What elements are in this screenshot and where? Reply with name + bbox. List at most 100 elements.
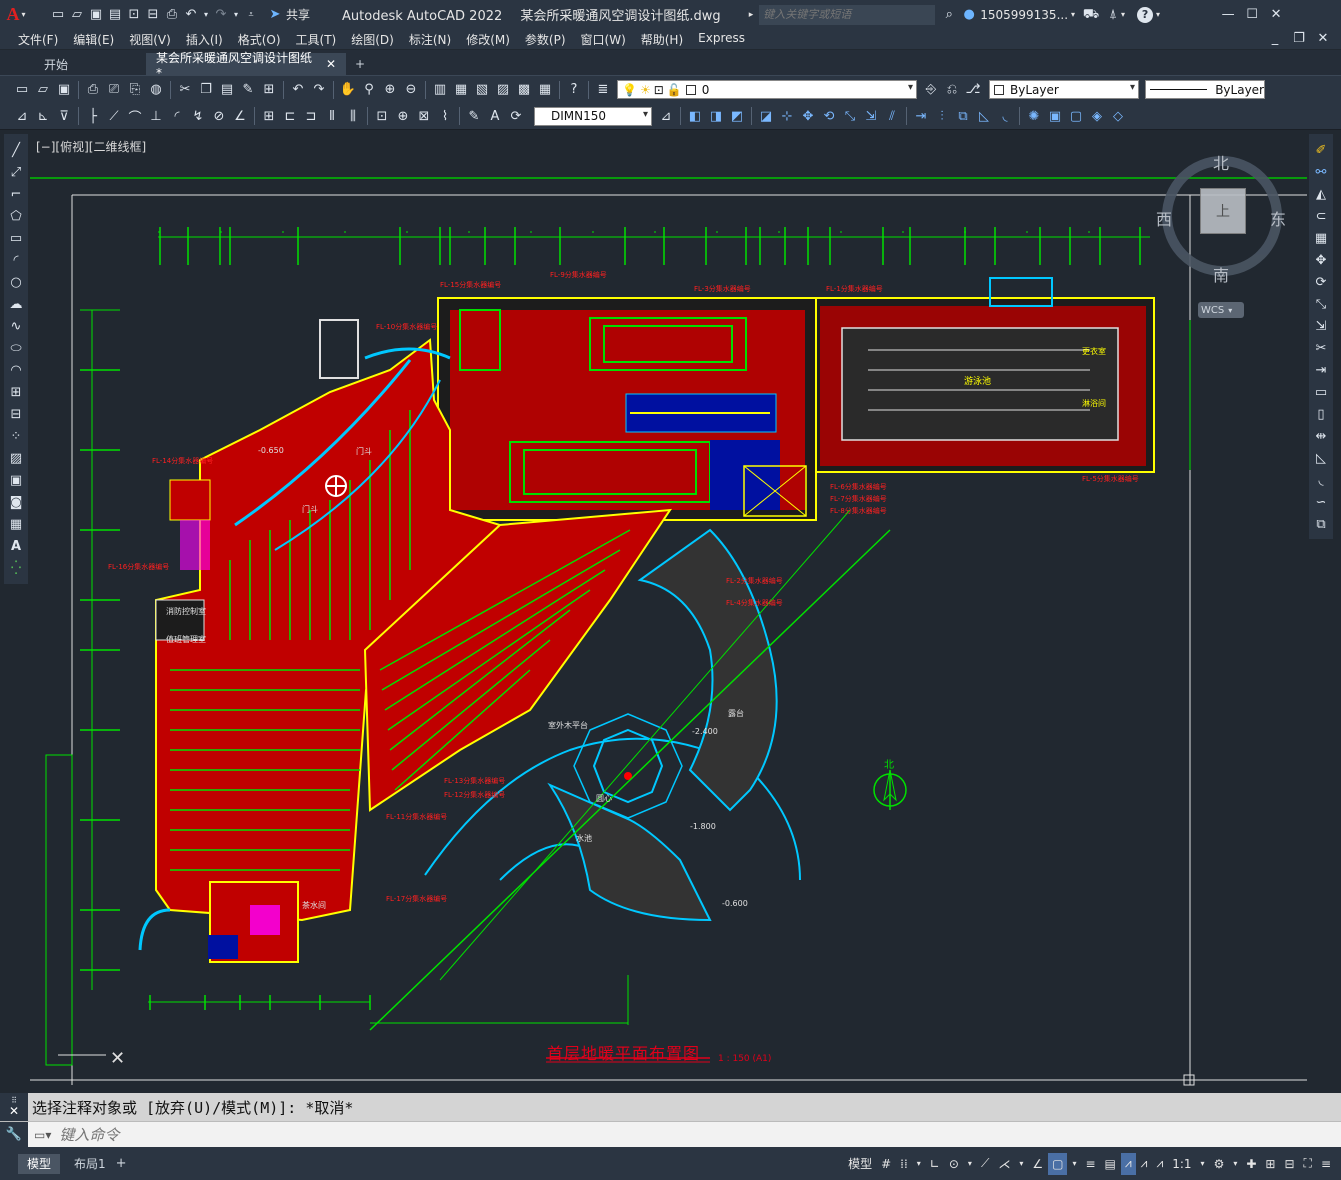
arc-length-icon[interactable]: ⌒: [125, 106, 145, 126]
ortho-icon[interactable]: ∟: [926, 1153, 944, 1175]
jogged-dim-icon[interactable]: ↯: [188, 106, 208, 126]
customize-icon-holder[interactable]: 🔧: [0, 1121, 28, 1148]
radius-dim-icon[interactable]: ◜: [167, 106, 187, 126]
pan-icon[interactable]: ✋: [338, 80, 358, 100]
object-snap-icon[interactable]: ∠: [1028, 1153, 1047, 1175]
save-to-web-icon[interactable]: ⊟: [145, 7, 161, 23]
menu-window[interactable]: 窗口(W): [575, 31, 632, 48]
new-icon[interactable]: ▭: [12, 80, 32, 100]
open-icon[interactable]: ▱: [33, 80, 53, 100]
tab-close-icon[interactable]: ✕: [326, 57, 336, 71]
new-tab-button[interactable]: +: [346, 53, 374, 75]
save-icon[interactable]: ▣: [88, 7, 104, 23]
transparency-dropdown-icon[interactable]: ▾: [1068, 1153, 1080, 1175]
recent-commands-icon[interactable]: ▭▾: [34, 1128, 51, 1142]
region-icon[interactable]: ◙: [6, 492, 26, 512]
explode-icon[interactable]: ✺: [1024, 106, 1044, 126]
share-button[interactable]: ➤ 共享: [267, 6, 310, 23]
quick-dim-icon[interactable]: ⊿: [12, 106, 32, 126]
menu-draw[interactable]: 绘图(D): [345, 31, 400, 48]
tolerance-icon[interactable]: ⊡: [372, 106, 392, 126]
menu-format[interactable]: 格式(O): [232, 31, 287, 48]
viewcube-south[interactable]: 南: [1213, 262, 1229, 286]
close-icon[interactable]: ✕: [1268, 7, 1284, 23]
user-name[interactable]: 1505999135...: [980, 8, 1068, 22]
plot-icon[interactable]: ⎙: [164, 7, 180, 23]
table-icon[interactable]: ▦: [6, 514, 26, 534]
annotation-scale-icon[interactable]: ⩘: [1152, 1153, 1167, 1175]
trim-icon[interactable]: ✂: [1311, 338, 1331, 358]
dimstyle-dropdown[interactable]: DIMN150 ▾: [534, 106, 652, 126]
menu-view[interactable]: 视图(V): [123, 31, 177, 48]
polar-dropdown-icon[interactable]: ▾: [964, 1153, 976, 1175]
move-icon[interactable]: ✥: [798, 106, 818, 126]
undo-icon[interactable]: ↶: [183, 7, 199, 23]
doc-restore-icon[interactable]: ❐: [1291, 31, 1307, 47]
baseline-dim-icon[interactable]: ⊏: [280, 106, 300, 126]
array-icon[interactable]: ▦: [1311, 228, 1331, 248]
open-folder-icon[interactable]: ▱: [69, 7, 85, 23]
viewcube-west[interactable]: 西: [1156, 206, 1172, 230]
dim-override-icon[interactable]: ⊽: [54, 106, 74, 126]
circle-icon[interactable]: ○: [6, 272, 26, 292]
a360-dropdown-icon[interactable]: ▾: [1121, 10, 1125, 19]
mirror-icon[interactable]: ◩: [727, 106, 747, 126]
quick-properties-icon[interactable]: ⊟: [1280, 1153, 1298, 1175]
menu-express[interactable]: Express: [692, 31, 751, 48]
annotation-scale-dropdown-icon[interactable]: ▾: [1197, 1153, 1209, 1175]
layer-states-icon[interactable]: ⎇: [963, 80, 983, 100]
arc-icon[interactable]: ◜: [6, 250, 26, 270]
plot-icon[interactable]: ⎙: [83, 80, 103, 100]
insert-block-icon[interactable]: ⊞: [6, 382, 26, 402]
rotate-icon[interactable]: ⟲: [819, 106, 839, 126]
maximize-icon[interactable]: ☐: [1244, 7, 1260, 23]
join-icon[interactable]: ⇹: [1311, 426, 1331, 446]
revision-cloud-icon[interactable]: ☁: [6, 294, 26, 314]
block-icon[interactable]: ◈: [1087, 106, 1107, 126]
calculator-icon[interactable]: ▦: [535, 80, 555, 100]
chamfer-icon[interactable]: ◺: [1311, 448, 1331, 468]
gradient-icon[interactable]: ▣: [6, 470, 26, 490]
customize-qat-icon[interactable]: ⩡: [243, 7, 259, 23]
dim-space-icon[interactable]: ⫴: [322, 106, 342, 126]
offset-icon[interactable]: ◪: [756, 106, 776, 126]
undo-icon[interactable]: ↶: [288, 80, 308, 100]
autodesk-a360-icon[interactable]: ⍋: [1105, 7, 1121, 23]
tab-model[interactable]: 模型: [18, 1153, 61, 1174]
stretch-icon[interactable]: ⇲: [1311, 316, 1331, 336]
doc-minimize-icon[interactable]: _: [1267, 31, 1283, 47]
search-icon[interactable]: ⌕: [941, 7, 957, 23]
erase-icon[interactable]: ✐: [1311, 140, 1331, 160]
grid-icon[interactable]: #: [877, 1153, 895, 1175]
attribute-icon[interactable]: ◇: [1108, 106, 1128, 126]
search-input[interactable]: [763, 8, 934, 21]
ellipse-icon[interactable]: ⬭: [6, 338, 26, 358]
menu-tools[interactable]: 工具(T): [290, 31, 343, 48]
menu-dimension[interactable]: 标注(N): [403, 31, 457, 48]
user-dropdown-icon[interactable]: ▾: [1071, 10, 1075, 19]
viewcube[interactable]: 上: [1162, 156, 1282, 276]
auto-scale-icon[interactable]: ⩘: [1137, 1153, 1152, 1175]
save-as-icon[interactable]: ▤: [107, 7, 123, 23]
match-properties-icon[interactable]: ✎: [238, 80, 258, 100]
lineweight-display-icon[interactable]: ≡: [1081, 1153, 1099, 1175]
spline-icon[interactable]: ∿: [6, 316, 26, 336]
doc-close-icon[interactable]: ✕: [1315, 31, 1331, 47]
offset-icon[interactable]: ⊂: [1311, 206, 1331, 226]
center-mark-icon[interactable]: ⊕: [393, 106, 413, 126]
redo-dropdown-icon[interactable]: ▾: [232, 7, 240, 23]
polyline-icon[interactable]: ⌐: [6, 184, 26, 204]
help-icon[interactable]: ?: [1137, 6, 1154, 23]
layer-previous-icon[interactable]: ⎌: [942, 80, 962, 100]
menu-file[interactable]: 文件(F): [12, 31, 64, 48]
rectangle-icon[interactable]: ▭: [6, 228, 26, 248]
help-dropdown-icon[interactable]: ▾: [1156, 10, 1160, 19]
undo-dropdown-icon[interactable]: ▾: [202, 7, 210, 23]
redo-icon[interactable]: ↷: [213, 7, 229, 23]
zoom-realtime-icon[interactable]: ⚲: [359, 80, 379, 100]
linear-dim-icon[interactable]: ├: [83, 106, 103, 126]
polygon-icon[interactable]: ⬠: [6, 206, 26, 226]
dim-style-manager-icon[interactable]: ⊿: [656, 106, 676, 126]
user-icon[interactable]: ●: [961, 7, 977, 23]
publish-icon[interactable]: ⎘: [125, 80, 145, 100]
